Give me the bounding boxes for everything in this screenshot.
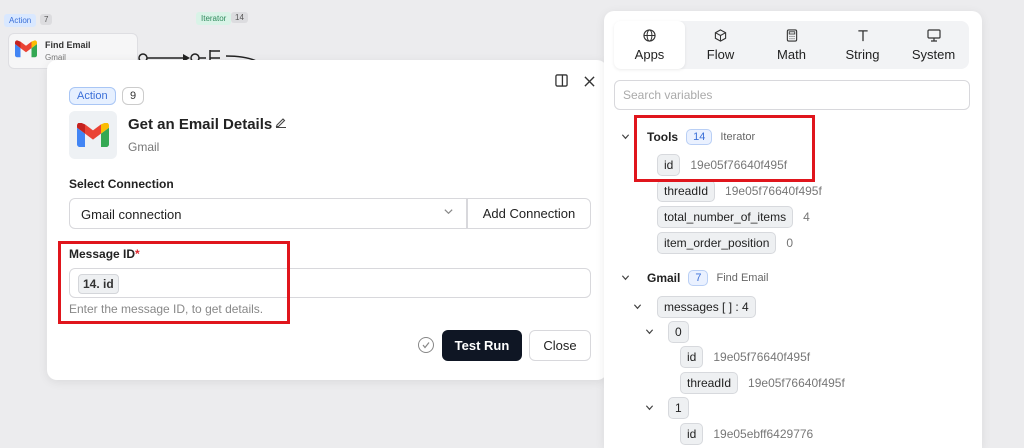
bg-action-count: 7 [40, 14, 53, 25]
tab-string[interactable]: String [827, 21, 898, 69]
check-circle-icon[interactable] [418, 337, 434, 353]
gmail-icon [15, 40, 37, 58]
search-variables-input[interactable] [614, 80, 970, 110]
bg-action-badge: Action [4, 14, 37, 27]
chevron-down-icon [443, 206, 454, 220]
variable-value: 19e05ebff6429776 [713, 427, 814, 441]
highlight-box [634, 115, 815, 182]
variable-value: 19e05f76640f495f [748, 376, 845, 390]
variable-value: 0 [786, 236, 794, 250]
step-subtitle: Gmail [128, 140, 160, 154]
add-connection-button[interactable]: Add Connection [467, 198, 591, 229]
chevron-down-icon[interactable] [621, 132, 630, 144]
group-type: Find Email [716, 272, 769, 284]
variables-panel: Apps Flow Math String System Search vari… [604, 11, 982, 448]
text-icon [857, 29, 869, 43]
bg-iterator-count: 14 [231, 12, 248, 23]
split-view-icon[interactable] [555, 74, 568, 90]
chevron-down-icon[interactable] [621, 273, 630, 285]
array-index[interactable]: 1 [668, 397, 699, 419]
variable-key: id [680, 346, 704, 368]
tab-system[interactable]: System [898, 21, 969, 69]
messages-array[interactable]: messages [ ] : 4 [657, 296, 766, 318]
variable-key: messages [ ] : 4 [657, 296, 756, 318]
connection-select-value: Gmail connection [81, 207, 182, 222]
variable-item[interactable]: threadId 19e05f76640f495f [680, 372, 845, 394]
variable-item[interactable]: id 19e05ebff6429776 [680, 423, 813, 445]
tab-label: Math [777, 46, 806, 62]
variable-value: 19e05f76640f495f [725, 184, 822, 198]
variable-item[interactable]: id 19e05f76640f495f [680, 346, 810, 368]
calculator-icon [786, 28, 798, 43]
cube-icon [714, 28, 727, 43]
tab-flow[interactable]: Flow [685, 21, 756, 69]
tab-label: String [845, 46, 880, 62]
edit-pencil-icon[interactable] [275, 116, 287, 131]
group-count-badge: 7 [688, 270, 709, 286]
variable-item[interactable]: total_number_of_items 4 [657, 206, 810, 228]
variable-key: threadId [657, 180, 716, 202]
bg-iterator-badge: Iterator [196, 12, 232, 25]
array-index-key: 1 [668, 397, 689, 419]
step-title: Get an Email Details [128, 116, 273, 133]
close-button[interactable]: Close [529, 330, 591, 361]
tab-label: System [911, 46, 956, 62]
tab-label: Apps [634, 46, 665, 62]
variable-key: id [680, 423, 704, 445]
array-index[interactable]: 0 [668, 321, 699, 343]
variable-key: item_order_position [657, 232, 777, 254]
close-icon[interactable] [584, 74, 595, 90]
monitor-icon [926, 28, 941, 43]
array-index-key: 0 [668, 321, 689, 343]
variable-value: 19e05f76640f495f [713, 350, 811, 364]
chevron-down-icon[interactable] [645, 327, 654, 339]
action-config-dialog: Action 9 Get an Email Details Gmail Sele… [47, 60, 607, 380]
tab-apps[interactable]: Apps [614, 21, 685, 69]
gmail-icon [77, 123, 109, 147]
bg-node-title: Find Email [45, 40, 91, 50]
variable-item[interactable]: threadId 19e05f76640f495f [657, 180, 822, 202]
tab-math[interactable]: Math [756, 21, 827, 69]
action-type-badge: Action [69, 87, 116, 105]
variable-value: 4 [803, 210, 810, 224]
connection-label: Select Connection [69, 177, 174, 191]
variable-item[interactable]: item_order_position 0 [657, 232, 793, 254]
step-number-badge: 9 [122, 87, 145, 105]
tab-label: Flow [706, 46, 735, 62]
highlight-box [58, 241, 290, 324]
variable-key: threadId [680, 372, 739, 394]
category-tabs: Apps Flow Math String System [614, 21, 969, 69]
test-run-button[interactable]: Test Run [442, 330, 522, 361]
group-gmail[interactable]: Gmail 7 Find Email [647, 267, 768, 289]
chevron-down-icon[interactable] [633, 302, 642, 314]
globe-icon [643, 28, 656, 43]
variable-key: total_number_of_items [657, 206, 794, 228]
connection-select[interactable]: Gmail connection [69, 198, 467, 229]
app-icon [69, 111, 117, 159]
chevron-down-icon[interactable] [645, 403, 654, 415]
group-name: Gmail [647, 271, 681, 285]
